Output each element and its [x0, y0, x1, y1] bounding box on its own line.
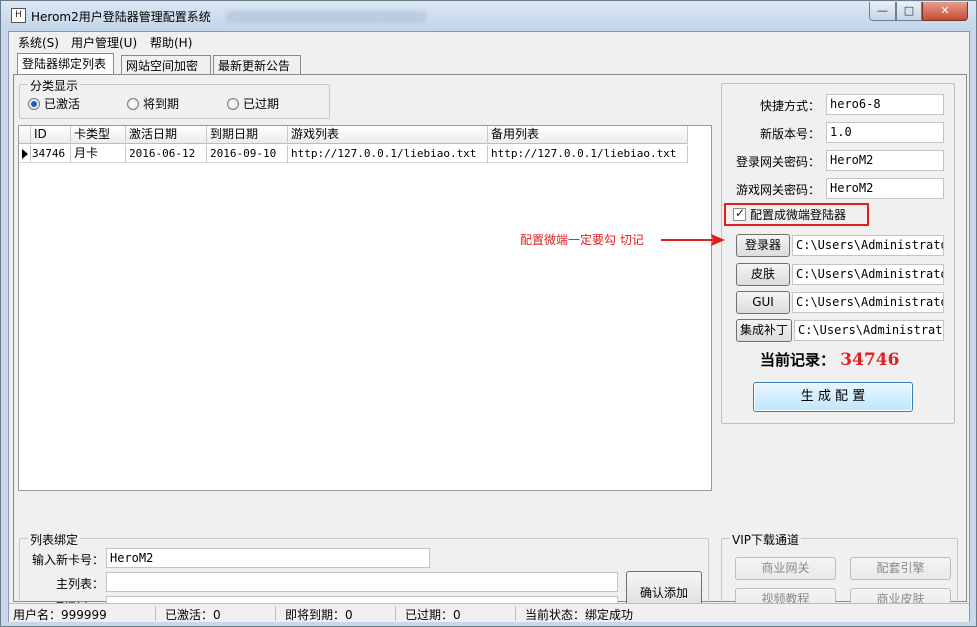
highlight-box	[724, 203, 869, 226]
menu-bar: 系统(S) 用户管理(U) 帮助(H)	[9, 32, 969, 51]
cell-backup-list[interactable]: http://127.0.0.1/liebiao.txt	[488, 145, 688, 163]
current-record-label: 当前记录：	[760, 351, 836, 369]
radio-dot	[227, 97, 239, 110]
radio-activated-label: 已激活	[44, 97, 81, 111]
login-gateway-password-label: 登录网关密码：	[735, 155, 820, 169]
new-card-input[interactable]: HeroM2	[106, 548, 430, 568]
filter-group: 分类显示 已激活 将到期 已过期	[19, 77, 330, 119]
annotation-arrow-icon	[661, 234, 725, 246]
status-divider	[155, 606, 156, 621]
commercial-gateway-button[interactable]: 商业网关	[735, 557, 836, 580]
game-gateway-password-input[interactable]: HeroM2	[826, 178, 944, 199]
skin-path-button[interactable]: 皮肤	[736, 263, 790, 286]
radio-dot-selected	[28, 97, 40, 110]
radio-expired-label: 已过期	[243, 97, 280, 111]
maximize-button[interactable]: □	[896, 2, 922, 21]
tab-announcements[interactable]: 最新更新公告	[213, 55, 301, 74]
current-record-value: 34746	[840, 350, 900, 370]
config-panel: 快捷方式： hero6-8 新版本号： 1.0 登录网关密码： HeroM2 游…	[721, 83, 955, 424]
col-header-expiry-date[interactable]: 到期日期	[207, 126, 288, 144]
tab-bind-list[interactable]: 登陆器绑定列表	[17, 53, 114, 74]
cell-expiry-date[interactable]: 2016-09-10	[207, 145, 288, 163]
row-pointer-icon	[19, 145, 31, 162]
col-header-activation-date[interactable]: 激活日期	[126, 126, 207, 144]
gui-path-button[interactable]: GUI	[736, 291, 790, 314]
col-header-card-type[interactable]: 卡类型	[71, 126, 126, 144]
game-gateway-password-label: 游戏网关密码：	[735, 183, 820, 197]
patch-path-button[interactable]: 集成补丁	[736, 319, 792, 342]
launcher-path-button[interactable]: 登录器	[736, 234, 790, 257]
shortcut-label: 快捷方式：	[759, 99, 820, 113]
col-header-game-list[interactable]: 游戏列表	[288, 126, 488, 144]
status-current-state: 当前状态：绑定成功	[525, 608, 634, 622]
status-expiring: 即将到期：0	[285, 608, 353, 622]
filter-group-title: 分类显示	[28, 77, 81, 94]
status-username: 用户名：999999	[13, 608, 107, 622]
matching-engine-button[interactable]: 配套引擎	[850, 557, 951, 580]
skin-path-input[interactable]: C:\Users\Administrato	[792, 264, 944, 285]
annotation-text: 配置微端一定要勾 切记	[520, 233, 644, 247]
cell-card-type[interactable]: 月卡	[71, 145, 126, 163]
version-label: 新版本号：	[759, 127, 820, 141]
radio-expiring[interactable]: 将到期	[127, 95, 179, 112]
radio-expiring-label: 将到期	[143, 97, 180, 111]
gui-path-input[interactable]: C:\Users\Administrato	[792, 292, 944, 313]
status-divider	[275, 606, 276, 621]
cell-id[interactable]: 34746	[31, 145, 71, 163]
list-binding-title: 列表绑定	[28, 531, 81, 548]
client-area: 系统(S) 用户管理(U) 帮助(H) 登陆器绑定列表 网站空间加密 最新更新公…	[8, 31, 970, 622]
tab-page-bind-list: 分类显示 已激活 将到期 已过期 ID 卡类型 激活日期 到期日期 游戏列表 备…	[13, 74, 967, 620]
tab-site-encrypt[interactable]: 网站空间加密	[121, 55, 211, 74]
menu-user-management[interactable]: 用户管理(U)	[71, 34, 137, 51]
status-bar: 用户名：999999 已激活：0 即将到期：0 已过期：0 当前状态：绑定成功	[9, 603, 969, 622]
window-title: Herom2用户登陆器管理配置系统	[31, 10, 211, 24]
version-input[interactable]: 1.0	[826, 122, 944, 143]
shortcut-input[interactable]: hero6-8	[826, 94, 944, 115]
card-grid[interactable]: ID 卡类型 激活日期 到期日期 游戏列表 备用列表 34746 月卡 2016…	[18, 125, 712, 491]
table-row[interactable]: 34746 月卡 2016-06-12 2016-09-10 http://12…	[19, 145, 688, 163]
menu-system[interactable]: 系统(S)	[18, 34, 59, 51]
launcher-path-input[interactable]: C:\Users\Administrato	[792, 235, 944, 256]
generate-config-button[interactable]: 生 成 配 置	[753, 382, 913, 412]
menu-help[interactable]: 帮助(H)	[150, 34, 192, 51]
vip-download-title: VIP下载通道	[730, 531, 801, 548]
close-button[interactable]: ✕	[922, 2, 968, 21]
radio-activated[interactable]: 已激活	[28, 95, 80, 112]
cell-game-list[interactable]: http://127.0.0.1/liebiao.txt	[288, 145, 488, 163]
app-icon: H	[11, 8, 26, 23]
new-card-label: 输入新卡号：	[31, 553, 104, 567]
title-blur-overlay	[226, 11, 426, 23]
title-bar[interactable]: H Herom2用户登陆器管理配置系统 — □ ✕	[1, 1, 976, 31]
status-divider	[395, 606, 396, 621]
status-activated: 已激活：0	[165, 608, 221, 622]
col-header-id[interactable]: ID	[31, 126, 71, 144]
login-gateway-password-input[interactable]: HeroM2	[826, 150, 944, 171]
minimize-button[interactable]: —	[869, 2, 896, 21]
radio-dot	[127, 97, 139, 110]
current-record: 当前记录： 34746	[760, 349, 899, 370]
main-list-input[interactable]	[106, 572, 618, 592]
patch-path-input[interactable]: C:\Users\Administrato	[794, 320, 944, 341]
col-header-backup-list[interactable]: 备用列表	[488, 126, 688, 144]
radio-expired[interactable]: 已过期	[227, 95, 279, 112]
status-expired: 已过期：0	[405, 608, 461, 622]
status-divider	[515, 606, 516, 621]
main-list-label: 主列表：	[55, 577, 104, 591]
grid-header: ID 卡类型 激活日期 到期日期 游戏列表 备用列表	[19, 126, 688, 144]
grid-corner	[19, 126, 31, 143]
app-window: H Herom2用户登陆器管理配置系统 — □ ✕ 系统(S) 用户管理(U) …	[0, 0, 977, 627]
cell-activation-date[interactable]: 2016-06-12	[126, 145, 207, 163]
